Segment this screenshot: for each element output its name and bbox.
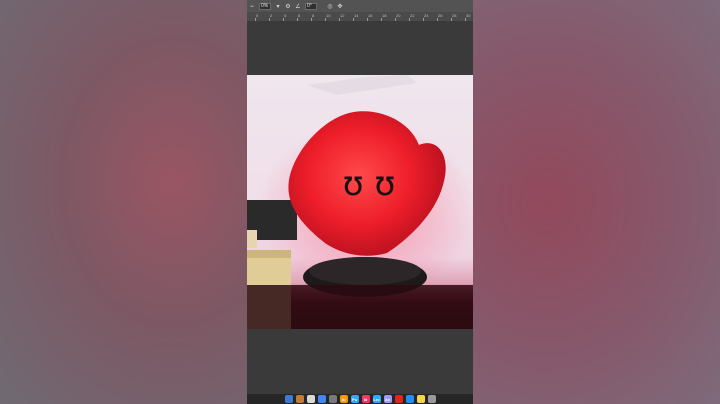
launchpad-icon[interactable] (295, 395, 304, 403)
pressure-icon[interactable]: ◎ (327, 3, 333, 10)
ruler-tick-label: 14 (354, 13, 359, 18)
lightroom-icon[interactable]: Lrc (372, 395, 381, 403)
photoshop-window: ⌁ 0% ▾ ⚙ ∠ 0° ◎ ✥ 0 2 4 6 8 10 12 14 16 18 20 22 24 2… (247, 0, 473, 404)
ruler-tick-label: 10 (326, 13, 331, 18)
ruler-tick-label: 16 (368, 13, 373, 18)
angle-value: 0° (307, 3, 312, 9)
ruler-tick-label: 12 (340, 13, 345, 18)
acrobat-icon[interactable] (394, 395, 403, 403)
ruler-tick-label: 18 (382, 13, 387, 18)
symmetry-icon[interactable]: ✥ (337, 3, 343, 10)
ruler-tick-label: 30 (466, 13, 471, 18)
percent-field[interactable]: 0% (259, 2, 271, 10)
ruler-tick-label: 28 (452, 13, 457, 18)
ruler-tick-label: 26 (438, 13, 443, 18)
heart-lamp-photo: ʊ ʊ (247, 75, 473, 329)
mac-dock: Ai Ps Id Lrc Ae (247, 394, 473, 404)
ruler-tick-label: 22 (410, 13, 415, 18)
options-bar: ⌁ 0% ▾ ⚙ ∠ 0° ◎ ✥ (247, 0, 473, 12)
lamp-face-text: ʊ ʊ (343, 164, 396, 204)
ruler-tick-label: 6 (298, 13, 301, 18)
blurred-background-left (0, 0, 247, 404)
blurred-background-right (473, 0, 720, 404)
ruler-tick-label: 2 (270, 13, 273, 18)
chevron-down-icon[interactable]: ▾ (275, 3, 281, 10)
gear-icon[interactable]: ⚙ (285, 3, 291, 10)
aftereffects-icon[interactable]: Ae (383, 395, 392, 403)
canvas-area[interactable]: ʊ ʊ (247, 21, 473, 394)
notes-icon[interactable] (416, 395, 425, 403)
ruler-tick-label: 0 (256, 13, 259, 18)
calendar-icon[interactable] (306, 395, 315, 403)
angle-icon: ∠ (295, 3, 301, 10)
photo-image[interactable]: ʊ ʊ (247, 75, 473, 329)
ruler-tick-label: 24 (424, 13, 429, 18)
illustrator-icon[interactable]: Ai (339, 395, 348, 403)
flow-icon: ⌁ (250, 3, 254, 10)
chrome-icon[interactable] (317, 395, 326, 403)
photoshop-icon[interactable]: Ps (350, 395, 359, 403)
ruler-tick-label: 4 (284, 13, 287, 18)
ruler-tick-label: 8 (312, 13, 315, 18)
ruler-tick-label: 20 (396, 13, 401, 18)
trash-icon[interactable] (427, 395, 436, 403)
indesign-icon[interactable]: Id (361, 395, 370, 403)
finder-icon[interactable] (284, 395, 293, 403)
safari-icon[interactable] (405, 395, 414, 403)
percent-value: 0% (261, 3, 269, 9)
angle-field[interactable]: 0° (305, 2, 317, 10)
settings-icon[interactable] (328, 395, 337, 403)
